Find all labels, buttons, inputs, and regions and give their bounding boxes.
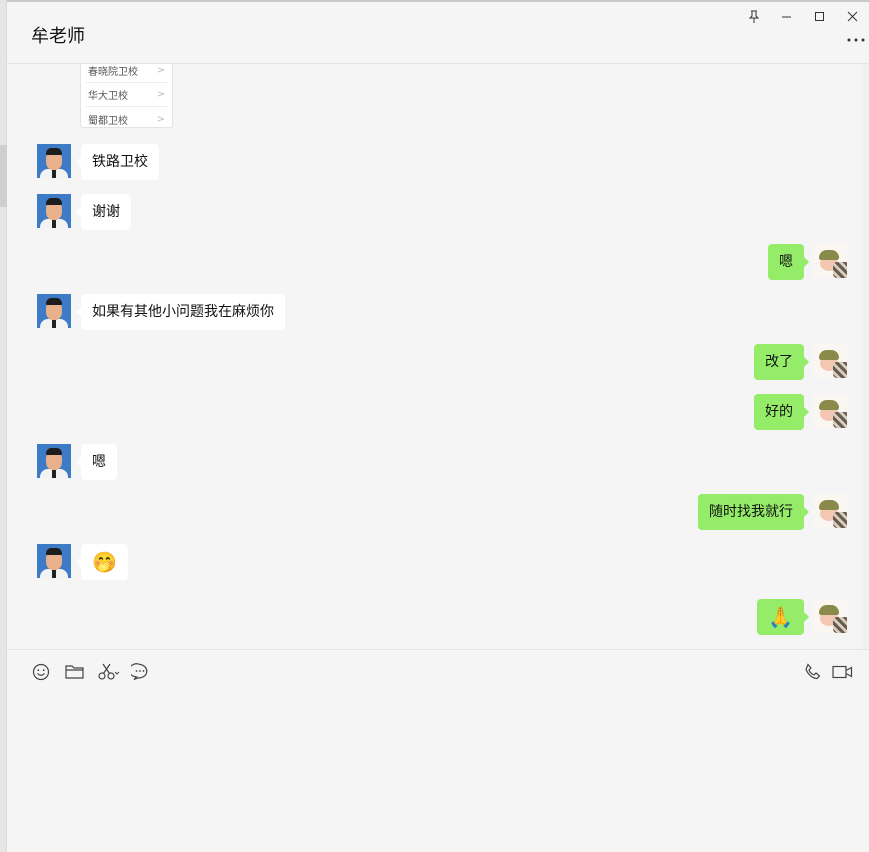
message-bubble-sent[interactable]: 改了 (754, 344, 809, 380)
school-card-row-label: 华大卫校 (88, 91, 128, 102)
left-panel-edge (0, 0, 7, 852)
chevron-right-icon: > (156, 65, 165, 76)
minimize-icon[interactable] (770, 4, 803, 28)
window-controls (737, 4, 869, 28)
close-icon[interactable] (836, 4, 869, 28)
phone-icon[interactable] (803, 662, 823, 682)
my-avatar[interactable] (813, 244, 847, 278)
school-card-row[interactable]: 春晓院卫校 > (86, 64, 167, 83)
message-bubble-sent[interactable]: 嗯 (768, 244, 809, 280)
message-bubble-sent[interactable]: 好的 (754, 394, 809, 430)
input-toolbar (7, 649, 869, 693)
message-scrollbar[interactable] (862, 64, 869, 649)
left-panel-scroll-thumb[interactable] (0, 145, 7, 207)
school-list-card[interactable]: 春晓院卫校 > 华大卫校 > 蜀都卫校 > (80, 64, 173, 128)
school-card-row[interactable]: 蜀都卫校 > (86, 107, 167, 131)
my-avatar[interactable] (813, 494, 847, 528)
message-bubble-sent-emoji[interactable]: 🙏 (757, 599, 809, 635)
chevron-right-icon: > (156, 89, 165, 100)
chevron-right-icon: > (156, 113, 165, 125)
pin-icon[interactable] (737, 4, 770, 28)
my-avatar[interactable] (813, 599, 847, 633)
maximize-icon[interactable] (803, 4, 836, 28)
my-avatar[interactable] (813, 344, 847, 378)
video-icon[interactable] (831, 662, 853, 682)
chat-history-icon[interactable] (130, 662, 150, 682)
message-list[interactable]: 春晓院卫校 > 华大卫校 > 蜀都卫校 > 铁路卫校 谢谢 嗯 如果有其他小问题… (7, 64, 869, 649)
more-icon[interactable] (847, 28, 865, 47)
message-input[interactable] (7, 693, 869, 852)
message-bubble-received[interactable]: 如果有其他小问题我在麻烦你 (76, 294, 285, 330)
emoji-icon[interactable] (31, 662, 51, 682)
folder-icon[interactable] (64, 662, 84, 682)
my-avatar[interactable] (813, 394, 847, 428)
teacher-avatar[interactable] (37, 194, 71, 228)
school-card-row-label: 蜀都卫校 (88, 115, 128, 127)
scissors-icon[interactable] (97, 662, 121, 682)
teacher-avatar[interactable] (37, 544, 71, 578)
teacher-avatar[interactable] (37, 294, 71, 328)
teacher-avatar[interactable] (37, 444, 71, 478)
message-bubble-received[interactable]: 嗯 (76, 444, 117, 480)
chat-header: 牟老师 (7, 2, 869, 64)
chat-title: 牟老师 (31, 26, 85, 47)
message-bubble-received-emoji[interactable]: 🤭 (76, 544, 128, 580)
teacher-avatar[interactable] (37, 144, 71, 178)
school-card-row[interactable]: 华大卫校 > (86, 83, 167, 107)
message-bubble-received[interactable]: 铁路卫校 (76, 144, 159, 180)
message-bubble-received[interactable]: 谢谢 (76, 194, 131, 230)
message-bubble-sent[interactable]: 随时找我就行 (698, 494, 809, 530)
school-card-row-label: 春晓院卫校 (88, 67, 138, 78)
